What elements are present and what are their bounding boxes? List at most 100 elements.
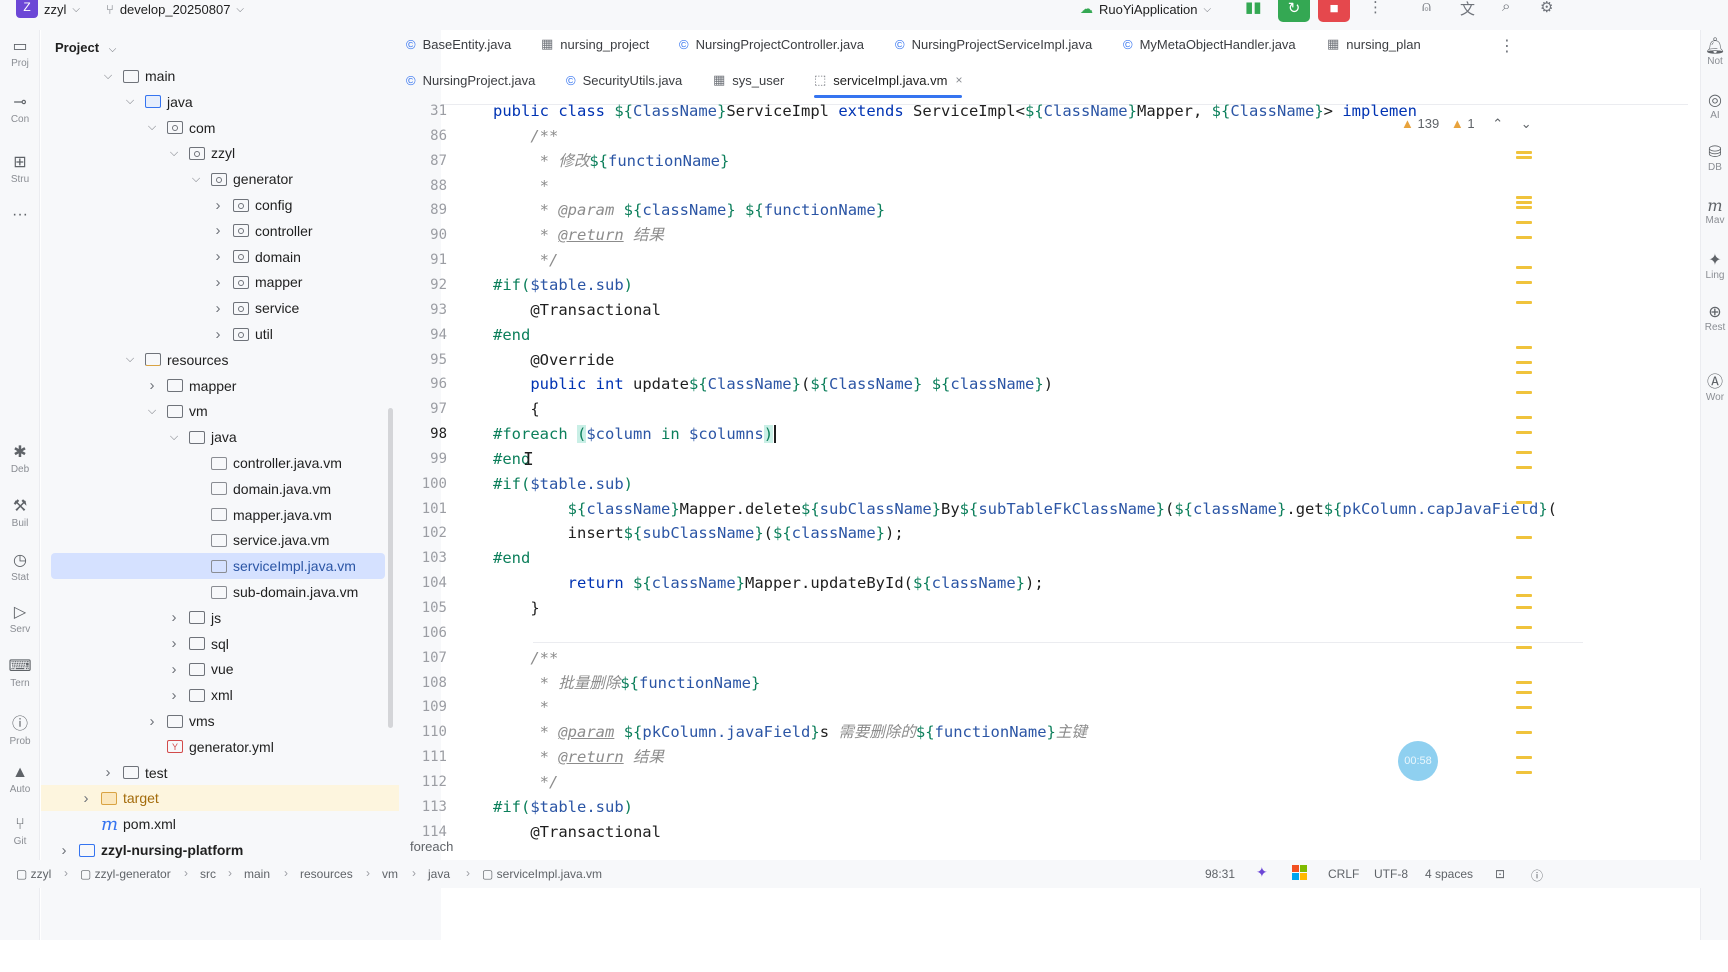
breadcrumb-item[interactable]: ▢ zzyl-generator — [80, 867, 171, 881]
indent-setting[interactable]: 4 spaces — [1425, 867, 1473, 881]
chevron-right-icon[interactable]: › — [167, 635, 181, 652]
tree-folder-item[interactable]: ⌵ vm — [145, 398, 381, 424]
tab-securityutils-java[interactable]: © SecurityUtils.java — [566, 62, 682, 98]
chevron-right-icon[interactable]: › — [167, 609, 181, 626]
tree-folder-item[interactable]: › service — [211, 295, 381, 321]
tree-folder-item[interactable]: › controller — [211, 218, 381, 244]
right-tool-lingma[interactable]: ✦ Ling — [1701, 250, 1728, 281]
settings-icon[interactable]: ⚙ — [1540, 0, 1553, 16]
chevron-right-icon[interactable]: › — [79, 790, 93, 807]
tree-file-item[interactable]: Ygenerator.yml — [145, 734, 381, 760]
left-tool-debug[interactable]: ✱ Deb — [0, 442, 40, 475]
tree-folder-item[interactable]: ⌵ java — [123, 89, 381, 115]
chevron-right-icon[interactable]: › — [101, 764, 115, 781]
add-user-icon[interactable]: ⍝ — [1422, 0, 1431, 15]
tree-folder-item[interactable]: › sql — [167, 631, 381, 657]
tree-file-item[interactable]: domain.java.vm — [189, 476, 381, 502]
chevron-right-icon[interactable]: › — [211, 300, 225, 317]
rerun-button[interactable]: ↻ — [1278, 0, 1310, 22]
tab-nursing-plan[interactable]: ▦ nursing_plan — [1327, 26, 1421, 62]
left-tool-folder[interactable]: ▭ Proj — [0, 36, 40, 69]
tree-file-item[interactable]: service.java.vm — [189, 527, 381, 553]
branch-switcher[interactable]: ⑂ develop_20250807 ⌵ — [106, 0, 244, 18]
chevron-down-icon[interactable]: ⌵ — [167, 431, 181, 444]
project-scrollbar[interactable] — [388, 408, 393, 728]
chevron-right-icon[interactable]: › — [145, 377, 159, 394]
run-config-selector[interactable]: ☁ RuoYiApplication ⌵ — [1080, 0, 1211, 18]
tree-folder-item[interactable]: › vms — [145, 708, 381, 734]
code-editor[interactable]: 31 public class ${ClassName}ServiceImpl e… — [410, 102, 1688, 940]
chevron-down-icon[interactable]: ⌵ — [101, 70, 115, 83]
tree-folder-item[interactable]: › xml — [167, 682, 381, 708]
tree-file-item[interactable]: sub-domain.java.vm — [189, 579, 381, 605]
left-tool-build[interactable]: ⚒ Buil — [0, 496, 40, 529]
breadcrumb-item[interactable]: main — [244, 867, 270, 881]
stop-button[interactable]: ■ — [1318, 0, 1350, 22]
file-encoding[interactable]: UTF-8 — [1374, 867, 1408, 881]
left-tool-problems[interactable]: ⓘ Prob — [0, 710, 40, 747]
chevron-down-icon[interactable]: ⌵ — [167, 147, 181, 160]
tree-folder-item[interactable]: › js — [167, 605, 381, 631]
left-tool-git[interactable]: ⑂ Git — [0, 816, 40, 847]
left-tool-warning[interactable]: ▲ Auto — [0, 764, 40, 795]
tab-nursingprojectcontroller-java[interactable]: © NursingProjectController.java — [679, 26, 864, 62]
right-tool-database[interactable]: ⛁ DB — [1701, 142, 1728, 173]
breadcrumb-item[interactable]: vm — [382, 867, 398, 881]
chevron-down-icon[interactable]: ⌵ — [145, 405, 159, 418]
tree-folder-item[interactable]: ⌵ main — [101, 63, 381, 89]
right-tool-word[interactable]: Ⓐ Wor — [1701, 368, 1728, 403]
chevron-right-icon[interactable]: › — [167, 661, 181, 678]
tree-folder-item[interactable]: › test — [101, 760, 381, 786]
tab-nursing-project[interactable]: ▦ nursing_project — [541, 26, 649, 62]
inspection-widget[interactable]: ▲ 139 ▲ 1 ⌃ ⌄ — [1401, 116, 1532, 132]
lock-icon[interactable]: ⊡ — [1495, 867, 1505, 881]
tabs-more-icon[interactable]: ⋮ — [1499, 36, 1515, 56]
tab-nursingproject-java[interactable]: © NursingProject.java — [406, 62, 535, 98]
tree-folder-item[interactable]: ⌵ generator — [189, 166, 381, 192]
tree-folder-item[interactable]: ⌵ com — [145, 115, 381, 141]
tree-folder-item[interactable]: › mapper — [211, 269, 381, 295]
chevron-down-icon[interactable]: ⌵ — [123, 95, 137, 108]
tab-mymetaobjecthandler-java[interactable]: © MyMetaObjectHandler.java — [1123, 26, 1296, 62]
chevron-right-icon[interactable]: › — [211, 248, 225, 265]
left-tool-terminal[interactable]: ⌨ Tern — [0, 656, 40, 689]
tab-baseentity-java[interactable]: © BaseEntity.java — [406, 26, 511, 62]
chevron-right-icon[interactable]: › — [211, 326, 225, 343]
close-icon[interactable]: × — [955, 73, 962, 87]
chevron-right-icon[interactable]: › — [57, 842, 71, 859]
tab-nursingprojectserviceimpl-java[interactable]: © NursingProjectServiceImpl.java — [895, 26, 1092, 62]
breadcrumb-item[interactable]: java — [428, 867, 450, 881]
tree-folder-item[interactable]: › target — [41, 785, 399, 812]
tree-folder-item[interactable]: ⌵ zzyl — [167, 140, 381, 166]
chevron-down-icon[interactable]: ⌵ — [145, 121, 159, 134]
breadcrumb-item[interactable]: src — [200, 867, 216, 881]
tab-sys-user[interactable]: ▦ sys_user — [713, 62, 784, 98]
tree-folder-item[interactable]: › domain — [211, 244, 381, 270]
tree-file-item[interactable]: controller.java.vm — [189, 450, 381, 476]
tree-folder-item[interactable]: › vue — [167, 656, 381, 682]
project-switcher[interactable]: Z zzyl ⌵ — [16, 0, 80, 18]
translate-icon[interactable]: 文 — [1460, 0, 1475, 19]
chevron-right-icon[interactable]: › — [167, 687, 181, 704]
tree-file-item[interactable]: mapper.java.vm — [189, 502, 381, 528]
line-ending[interactable]: CRLF — [1328, 867, 1359, 881]
chevron-right-icon[interactable]: › — [145, 713, 159, 730]
breadcrumb-item[interactable]: ▢ zzyl — [16, 867, 51, 881]
tree-folder-item[interactable]: ⌵ resources — [123, 347, 381, 373]
editor-breadcrumb[interactable]: foreach — [410, 839, 453, 854]
notification-status-icon[interactable]: ⓘ — [1531, 867, 1543, 884]
tree-folder-item[interactable]: › util — [211, 321, 381, 347]
left-tool-services[interactable]: ▷ Serv — [0, 602, 40, 635]
chevron-up-icon[interactable]: ⌃ — [1492, 116, 1503, 131]
plugin-icon[interactable]: ✦ — [1256, 864, 1268, 881]
right-tool-rest[interactable]: ⊕ Rest — [1701, 302, 1728, 333]
tree-folder-item[interactable]: ⌵ java — [167, 424, 381, 450]
left-tool-more[interactable]: ··· — [0, 206, 40, 224]
tree-folder-item[interactable]: › mapper — [145, 373, 381, 399]
chevron-down-icon[interactable]: ⌄ — [1521, 116, 1532, 131]
chevron-right-icon[interactable]: › — [211, 197, 225, 214]
tab-serviceimpl-java-vm[interactable]: ⬚ serviceImpl.java.vm × — [814, 62, 963, 98]
chevron-right-icon[interactable]: › — [211, 222, 225, 239]
chevron-down-icon[interactable]: ⌵ — [123, 353, 137, 366]
breadcrumb-item[interactable]: resources — [300, 867, 353, 881]
